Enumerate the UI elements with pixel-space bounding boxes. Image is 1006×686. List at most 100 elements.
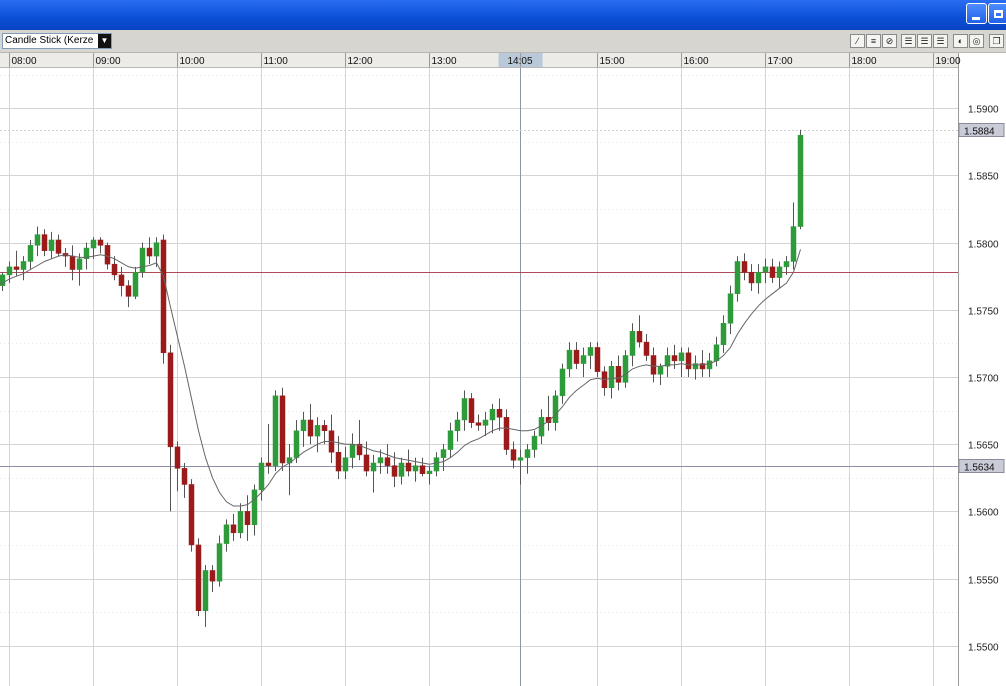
- bear-candle: [391, 465, 398, 477]
- bull-candle: [524, 449, 531, 458]
- bull-candle: [27, 245, 34, 262]
- bear-candle: [307, 419, 314, 437]
- bull-candle: [433, 457, 440, 472]
- bull-candle: [566, 349, 573, 370]
- bear-candle: [685, 352, 692, 370]
- bull-candle: [692, 363, 699, 370]
- bull-candle: [258, 462, 265, 491]
- bull-candle: [734, 261, 741, 294]
- bull-candle: [377, 457, 384, 464]
- bull-candle: [713, 344, 720, 362]
- bear-candle: [118, 274, 125, 286]
- bear-candle: [636, 331, 643, 343]
- bear-candle: [321, 425, 328, 431]
- bull-candle: [237, 511, 244, 534]
- x-tick-label: 15:00: [600, 56, 625, 67]
- bull-candle: [153, 242, 160, 257]
- y-tick-label: 1.5750: [968, 307, 999, 318]
- bear-candle: [419, 465, 426, 474]
- bull-candle: [90, 239, 97, 249]
- bear-candle: [174, 446, 181, 469]
- bear-candle: [188, 484, 195, 546]
- bull-candle: [223, 524, 230, 544]
- bear-candle: [230, 524, 237, 534]
- bull-candle: [216, 543, 223, 582]
- bull-candle: [132, 271, 139, 297]
- bear-candle: [146, 247, 153, 257]
- y-tick-label: 1.5600: [968, 508, 999, 519]
- bear-candle: [405, 462, 412, 472]
- bear-candle: [335, 451, 342, 472]
- bear-candle: [741, 261, 748, 273]
- bear-candle: [13, 266, 20, 270]
- bull-candle: [272, 395, 279, 466]
- y-tick-label: 1.5500: [968, 643, 999, 654]
- bear-candle: [244, 511, 251, 526]
- bull-candle: [370, 462, 377, 472]
- bull-candle: [559, 368, 566, 397]
- bull-candle: [678, 352, 685, 362]
- bull-candle: [300, 419, 307, 431]
- bull-candle: [552, 395, 559, 423]
- bull-candle: [76, 258, 83, 270]
- x-tick-label: 08:00: [12, 56, 37, 67]
- bull-candle: [6, 266, 13, 276]
- bull-candle: [342, 457, 349, 472]
- x-tick-label: 18:00: [852, 56, 877, 67]
- price-label: 1.5634: [964, 463, 995, 474]
- bull-candle: [398, 462, 405, 477]
- x-tick-label: 10:00: [180, 56, 205, 67]
- bear-candle: [167, 352, 174, 448]
- bear-candle: [671, 355, 678, 362]
- bear-candle: [279, 395, 286, 464]
- bull-candle: [48, 239, 55, 251]
- bull-candle: [440, 449, 447, 458]
- bull-candle: [580, 355, 587, 364]
- bear-candle: [97, 239, 104, 246]
- bear-candle: [265, 462, 272, 466]
- bull-candle: [461, 398, 468, 421]
- bull-candle: [706, 360, 713, 370]
- x-tick-label: 14:05: [508, 56, 533, 67]
- bear-candle: [769, 266, 776, 278]
- bear-candle: [748, 271, 755, 284]
- bear-candle: [195, 544, 202, 612]
- bull-candle: [587, 347, 594, 356]
- bear-candle: [615, 366, 622, 383]
- x-tick-label: 13:00: [432, 56, 457, 67]
- x-tick-label: 16:00: [684, 56, 709, 67]
- bear-candle: [503, 417, 510, 450]
- bull-candle: [489, 408, 496, 421]
- bear-candle: [384, 457, 391, 466]
- bear-candle: [209, 570, 216, 582]
- bear-candle: [594, 347, 601, 372]
- y-tick-label: 1.5900: [968, 105, 999, 116]
- bear-candle: [104, 245, 111, 265]
- bull-candle: [139, 247, 146, 273]
- bull-candle: [531, 435, 538, 450]
- bear-candle: [125, 285, 132, 297]
- bull-candle: [622, 355, 629, 383]
- bull-candle: [314, 425, 321, 437]
- bear-candle: [363, 454, 370, 472]
- bull-candle: [608, 366, 615, 388]
- y-tick-label: 1.5700: [968, 374, 999, 385]
- bull-candle: [447, 430, 454, 450]
- bull-candle: [776, 266, 783, 278]
- bear-candle: [181, 468, 188, 485]
- bear-candle: [650, 355, 657, 375]
- candlestick-chart[interactable]: 1.5500 1.5550 1.5600 1.5650 1.5700 1.5750 1.58…: [0, 0, 1006, 686]
- bear-candle: [55, 239, 62, 254]
- bear-candle: [643, 341, 650, 356]
- bull-candle: [34, 234, 41, 246]
- x-tick-label: 11:00: [264, 56, 289, 67]
- bear-candle: [510, 449, 517, 461]
- bull-candle: [657, 366, 664, 375]
- x-tick-label: 09:00: [96, 56, 121, 67]
- bear-candle: [69, 255, 76, 270]
- bear-candle: [468, 398, 475, 423]
- bull-candle: [517, 457, 524, 461]
- bull-candle: [426, 470, 433, 474]
- y-tick-label: 1.5550: [968, 576, 999, 587]
- bear-candle: [573, 349, 580, 364]
